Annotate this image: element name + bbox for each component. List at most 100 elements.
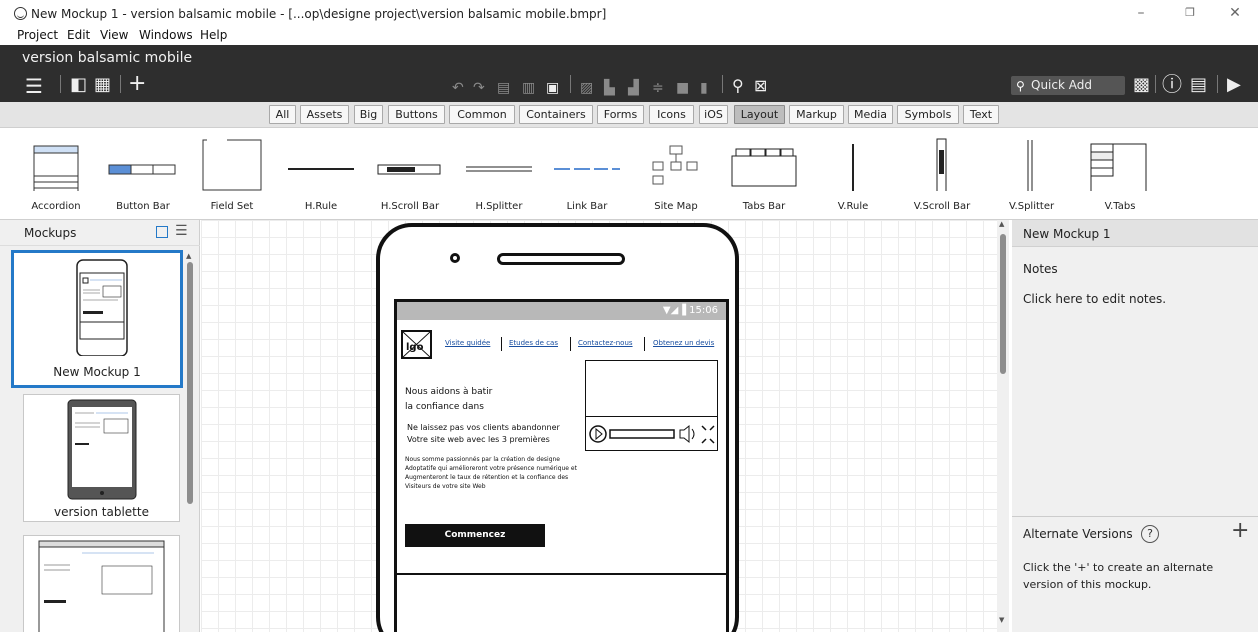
filter-markup[interactable]: Markup <box>789 105 844 124</box>
filter-ios[interactable]: iOS <box>699 105 728 124</box>
group-icon[interactable]: ▨ <box>580 78 593 98</box>
toolbar-divider <box>1217 75 1218 93</box>
library-v-scroll-bar[interactable]: V.Scroll Bar <box>897 136 987 216</box>
mockup-canvas[interactable]: ▼◢▐ 15:06 lgo Visite guidée Etudes de ca… <box>201 220 997 632</box>
hamburger-menu-icon[interactable]: ☰ <box>25 76 43 96</box>
info-icon[interactable]: ⓘ <box>1162 74 1182 94</box>
notes-editor[interactable]: Click here to edit notes. <box>1023 292 1166 306</box>
filter-layout[interactable]: Layout <box>734 105 785 124</box>
phone-screen[interactable]: ▼◢▐ 15:06 lgo Visite guidée Etudes de ca… <box>394 299 729 632</box>
quick-add-input[interactable]: ⚲ Quick Add <box>1011 76 1125 95</box>
copy-icon[interactable]: ▥ <box>522 78 535 98</box>
toolbar-divider <box>60 75 61 93</box>
window-title: New Mockup 1 - version balsamic mobile -… <box>31 7 607 21</box>
paste-icon[interactable]: ▣ <box>546 78 559 98</box>
h-splitter-thumbnail <box>466 166 532 172</box>
help-icon[interactable]: ? <box>1141 525 1159 543</box>
mockup-thumbnail <box>38 540 165 632</box>
add-mockup-icon[interactable]: + <box>128 73 146 95</box>
mockups-panel-title: Mockups <box>24 226 77 240</box>
linked-mockup-icon[interactable]: ▩ <box>1133 75 1150 95</box>
lock-icon[interactable]: ■ <box>676 78 689 98</box>
minimize-icon[interactable]: – <box>1131 4 1151 22</box>
menu-project[interactable]: Project <box>17 28 58 42</box>
filter-text[interactable]: Text <box>963 105 999 124</box>
add-alternate-button[interactable]: + <box>1231 518 1249 543</box>
h-scroll-bar-thumbnail <box>377 164 441 175</box>
scroll-down-icon[interactable]: ▼ <box>999 616 1004 624</box>
nav-link-contact[interactable]: Contactez-nous <box>578 339 633 347</box>
restore-icon[interactable]: ❐ <box>1180 4 1200 22</box>
nav-link-devis[interactable]: Obtenez un devis <box>653 339 714 347</box>
filter-all[interactable]: All <box>269 105 296 124</box>
library-site-map[interactable]: Site Map <box>631 136 721 216</box>
filter-assets[interactable]: Assets <box>300 105 349 124</box>
properties-panel: New Mockup 1 Notes Click here to edit no… <box>1012 220 1258 632</box>
menu-view[interactable]: View <box>100 28 128 42</box>
h-rule-thumbnail <box>288 168 354 170</box>
mockups-scrollbar[interactable]: ▲ <box>186 252 194 632</box>
library-h-splitter[interactable]: H.Splitter <box>454 136 544 216</box>
cut-icon[interactable]: ▤ <box>497 78 510 98</box>
filter-common[interactable]: Common <box>449 105 515 124</box>
fullscreen-icon[interactable]: ⊠ <box>754 76 767 96</box>
mockup-card-new-mockup-1[interactable]: New Mockup 1 <box>11 250 183 388</box>
library-filter-bar: All Assets Big Buttons Common Containers… <box>0 102 1258 128</box>
mockup-card-desktop[interactable] <box>23 535 180 632</box>
logo-text: lgo <box>406 342 424 353</box>
mockup-card-version-tablette[interactable]: version tablette <box>23 394 180 522</box>
library-tabs-bar[interactable]: Tabs Bar <box>719 136 809 216</box>
library-v-tabs[interactable]: V.Tabs <box>1075 136 1165 216</box>
video-player[interactable] <box>585 360 718 451</box>
properties-icon[interactable]: ▤ <box>1190 75 1207 95</box>
phone-camera <box>450 253 460 263</box>
filter-containers[interactable]: Containers <box>519 105 593 124</box>
library-h-rule[interactable]: H.Rule <box>276 136 366 216</box>
project-title: version balsamic mobile <box>22 50 193 66</box>
menu-windows[interactable]: Windows <box>139 28 193 42</box>
undo-icon[interactable]: ↶ <box>452 78 464 98</box>
library-link-bar[interactable]: Link Bar <box>542 136 632 216</box>
phone-frame[interactable]: ▼◢▐ 15:06 lgo Visite guidée Etudes de ca… <box>376 223 739 632</box>
delete-icon[interactable]: ▮ <box>700 78 708 98</box>
menu-edit[interactable]: Edit <box>67 28 90 42</box>
filter-big[interactable]: Big <box>354 105 383 124</box>
cta-button[interactable]: Commencez immédiatement <box>405 524 545 563</box>
align-icon[interactable]: ≑ <box>652 78 664 98</box>
library-button-bar[interactable]: Button Bar <box>98 136 188 216</box>
filter-buttons[interactable]: Buttons <box>388 105 445 124</box>
nav-separator <box>570 337 571 351</box>
panel-divider <box>1012 516 1258 517</box>
present-icon[interactable]: ▶ <box>1227 75 1241 95</box>
search-icon[interactable]: ⚲ <box>732 76 744 96</box>
status-time: 15:06 <box>689 305 718 316</box>
canvas-scrollbar[interactable]: ▲ ▼ <box>997 220 1009 632</box>
library-h-scroll-bar[interactable]: H.Scroll Bar <box>365 136 455 216</box>
send-back-icon[interactable]: ▟ <box>628 78 639 98</box>
scroll-thumb[interactable] <box>187 262 193 504</box>
single-view-icon[interactable]: ◧ <box>70 75 87 95</box>
grid-view-icon[interactable]: ▦ <box>94 75 111 95</box>
mockup-name[interactable]: New Mockup 1 <box>1023 227 1111 241</box>
library-v-splitter[interactable]: V.Splitter <box>985 136 1075 216</box>
scroll-thumb[interactable] <box>1000 234 1006 374</box>
library-v-rule[interactable]: V.Rule <box>808 136 898 216</box>
mockup-card-label: version tablette <box>54 505 149 519</box>
nav-link-visite[interactable]: Visite guidée <box>445 339 490 347</box>
close-icon[interactable]: ✕ <box>1225 4 1245 22</box>
menu-help[interactable]: Help <box>200 28 227 42</box>
list-view-icon[interactable]: ☰ <box>175 223 188 239</box>
filter-symbols[interactable]: Symbols <box>897 105 959 124</box>
thumbnail-view-icon[interactable] <box>156 226 168 238</box>
filter-media[interactable]: Media <box>848 105 893 124</box>
logo-placeholder[interactable]: lgo <box>401 330 432 359</box>
library-field-set[interactable]: Field Set <box>187 136 277 216</box>
filter-forms[interactable]: Forms <box>597 105 644 124</box>
nav-link-etudes[interactable]: Etudes de cas <box>509 339 558 347</box>
bring-front-icon[interactable]: ▙ <box>604 78 615 98</box>
filter-icons[interactable]: Icons <box>649 105 694 124</box>
library-accordion[interactable]: Accordion <box>11 136 101 216</box>
scroll-up-icon[interactable]: ▲ <box>999 220 1004 228</box>
scroll-up-icon[interactable]: ▲ <box>186 252 191 260</box>
redo-icon[interactable]: ↷ <box>473 78 485 98</box>
